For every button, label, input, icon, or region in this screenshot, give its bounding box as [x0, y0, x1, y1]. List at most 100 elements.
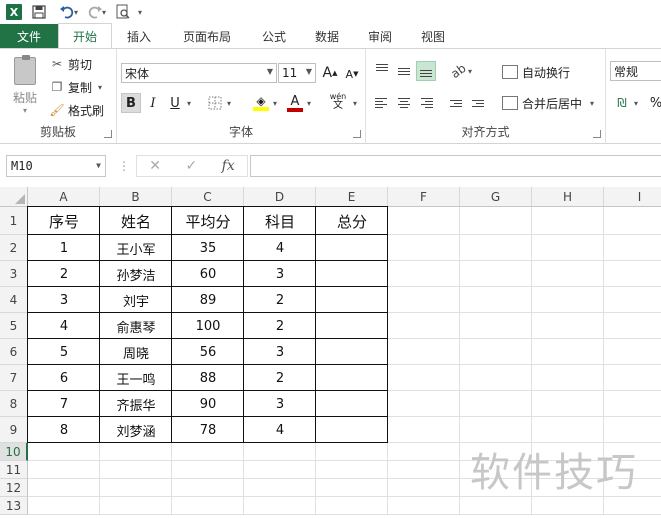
- merge-center-button[interactable]: 合并后居中 ▾: [502, 93, 594, 113]
- table-cell[interactable]: [316, 235, 388, 261]
- table-cell[interactable]: [316, 261, 388, 287]
- table-cell[interactable]: 2: [244, 287, 316, 313]
- select-all-button[interactable]: [0, 187, 28, 207]
- font-launcher-icon[interactable]: [353, 130, 361, 138]
- align-right-button[interactable]: [416, 93, 436, 113]
- row-header-3[interactable]: 3: [0, 261, 28, 287]
- table-cell[interactable]: 俞惠琴: [100, 313, 172, 339]
- table-header-cell[interactable]: 序号: [28, 207, 100, 235]
- table-cell[interactable]: [316, 313, 388, 339]
- redo-dropdown-icon[interactable]: ▾: [102, 8, 106, 17]
- table-cell[interactable]: 1: [28, 235, 100, 261]
- table-cell[interactable]: 4: [244, 417, 316, 443]
- column-header-d[interactable]: D: [244, 187, 316, 207]
- customize-qat-icon[interactable]: ▾: [138, 8, 142, 17]
- table-cell[interactable]: 60: [172, 261, 244, 287]
- table-cell[interactable]: 王一鸣: [100, 365, 172, 391]
- borders-dropdown-icon[interactable]: ▾: [227, 99, 231, 108]
- table-cell[interactable]: 4: [244, 235, 316, 261]
- row-header-2[interactable]: 2: [0, 235, 28, 261]
- number-format-combo[interactable]: 常规: [610, 61, 661, 81]
- table-cell[interactable]: 89: [172, 287, 244, 313]
- column-header-f[interactable]: F: [388, 187, 460, 207]
- tab-insert[interactable]: 插入: [112, 24, 166, 48]
- table-cell[interactable]: 3: [244, 339, 316, 365]
- table-cell[interactable]: 齐振华: [100, 391, 172, 417]
- copy-button[interactable]: ❐ 复制 ▾: [50, 78, 102, 96]
- undo-dropdown-icon[interactable]: ▾: [74, 8, 78, 17]
- table-cell[interactable]: 56: [172, 339, 244, 365]
- save-icon[interactable]: [28, 2, 50, 22]
- percent-button[interactable]: %: [646, 93, 661, 113]
- column-header-i[interactable]: I: [604, 187, 661, 207]
- row-header-7[interactable]: 7: [0, 365, 28, 391]
- tab-home[interactable]: 开始: [58, 23, 112, 48]
- row-header-9[interactable]: 9: [0, 417, 28, 443]
- table-cell[interactable]: 刘宇: [100, 287, 172, 313]
- wrap-text-button[interactable]: 自动换行: [502, 62, 570, 82]
- column-header-b[interactable]: B: [100, 187, 172, 207]
- table-cell[interactable]: 2: [28, 261, 100, 287]
- name-box[interactable]: M10 ▼: [6, 155, 106, 177]
- row-header-6[interactable]: 6: [0, 339, 28, 365]
- row-header-5[interactable]: 5: [0, 313, 28, 339]
- grow-font-button[interactable]: A ▲: [320, 63, 340, 83]
- table-cell[interactable]: 8: [28, 417, 100, 443]
- align-center-button[interactable]: [394, 93, 414, 113]
- table-cell[interactable]: 7: [28, 391, 100, 417]
- formula-bar-grip-icon[interactable]: ⋮: [118, 159, 130, 173]
- format-painter-button[interactable]: 🖌 格式刷: [49, 101, 104, 119]
- copy-dropdown-icon[interactable]: ▾: [98, 83, 102, 92]
- table-cell[interactable]: 3: [28, 287, 100, 313]
- table-cell[interactable]: [316, 391, 388, 417]
- fill-color-dropdown-icon[interactable]: ▾: [273, 99, 277, 108]
- row-header-11[interactable]: 11: [0, 461, 28, 479]
- column-header-e[interactable]: E: [316, 187, 388, 207]
- underline-button[interactable]: U: [165, 93, 185, 113]
- table-cell[interactable]: 4: [28, 313, 100, 339]
- accounting-format-button[interactable]: ₪: [612, 93, 632, 113]
- borders-button[interactable]: [205, 93, 225, 113]
- enter-icon[interactable]: ✓: [185, 158, 197, 174]
- table-cell[interactable]: 78: [172, 417, 244, 443]
- table-header-cell[interactable]: 科目: [244, 207, 316, 235]
- font-size-combo[interactable]: 11 ▼: [278, 63, 316, 83]
- merge-dropdown-icon[interactable]: ▾: [590, 99, 594, 108]
- table-cell[interactable]: [316, 417, 388, 443]
- row-header-8[interactable]: 8: [0, 391, 28, 417]
- table-cell[interactable]: 5: [28, 339, 100, 365]
- table-cell[interactable]: [316, 339, 388, 365]
- shrink-font-button[interactable]: A ▼: [342, 64, 362, 84]
- table-cell[interactable]: 3: [244, 391, 316, 417]
- row-header-13[interactable]: 13: [0, 497, 28, 515]
- underline-dropdown-icon[interactable]: ▾: [187, 99, 191, 108]
- table-cell[interactable]: 35: [172, 235, 244, 261]
- print-preview-icon[interactable]: [112, 2, 134, 22]
- column-header-g[interactable]: G: [460, 187, 532, 207]
- table-header-cell[interactable]: 姓名: [100, 207, 172, 235]
- bold-button[interactable]: B: [121, 93, 141, 113]
- table-cell[interactable]: [316, 365, 388, 391]
- column-header-h[interactable]: H: [532, 187, 604, 207]
- insert-function-icon[interactable]: fx: [222, 158, 235, 174]
- orientation-button[interactable]: ab: [448, 61, 468, 81]
- align-top-button[interactable]: [372, 61, 392, 81]
- italic-button[interactable]: I: [143, 93, 163, 113]
- row-header-10[interactable]: 10: [0, 443, 28, 461]
- row-header-4[interactable]: 4: [0, 287, 28, 313]
- increase-indent-button[interactable]: [468, 93, 488, 113]
- font-name-combo[interactable]: 宋体 ▼: [121, 63, 277, 83]
- table-cell[interactable]: 刘梦涵: [100, 417, 172, 443]
- table-cell[interactable]: 6: [28, 365, 100, 391]
- phonetic-dropdown-icon[interactable]: ▾: [353, 99, 357, 108]
- paste-button[interactable]: 粘贴 ▾: [8, 55, 42, 119]
- table-cell[interactable]: 2: [244, 365, 316, 391]
- table-cell[interactable]: 90: [172, 391, 244, 417]
- table-header-cell[interactable]: 平均分: [172, 207, 244, 235]
- orientation-dropdown-icon[interactable]: ▾: [468, 67, 472, 76]
- table-cell[interactable]: 孙梦洁: [100, 261, 172, 287]
- tab-formulas[interactable]: 公式: [248, 24, 300, 48]
- align-bottom-button[interactable]: [416, 61, 436, 81]
- column-header-c[interactable]: C: [172, 187, 244, 207]
- accounting-dropdown-icon[interactable]: ▾: [634, 99, 638, 108]
